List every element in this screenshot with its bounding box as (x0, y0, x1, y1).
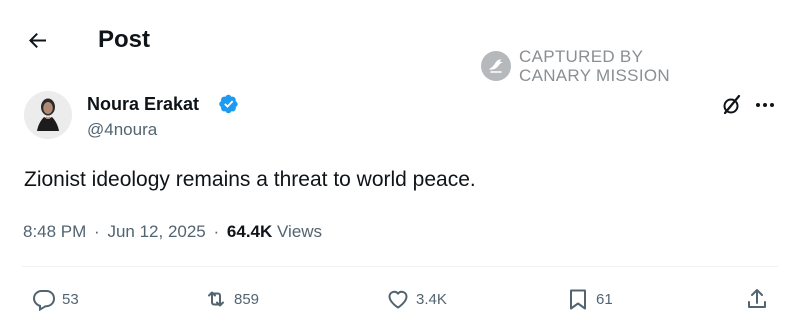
repost-icon (208, 291, 224, 307)
back-button[interactable] (22, 24, 54, 56)
watermark-line-1: CAPTURED BY (519, 47, 644, 66)
post-date[interactable]: Jun 12, 2025 (107, 222, 205, 241)
like-button[interactable]: 3.4K (386, 286, 447, 312)
watermark: CAPTURED BY CANARY MISSION (481, 46, 670, 86)
reply-icon (32, 290, 56, 311)
page-header: Post (0, 0, 800, 80)
watermark-text: CAPTURED BY CANARY MISSION (519, 47, 670, 85)
bookmark-icon (570, 289, 586, 310)
author-name[interactable]: Noura Erakat (87, 93, 199, 115)
avatar[interactable] (24, 91, 72, 139)
repost-count: 859 (234, 290, 260, 308)
like-count: 3.4K (416, 290, 447, 308)
repost-button[interactable]: 859 (204, 286, 259, 312)
arrow-left-icon (29, 33, 46, 48)
reply-count: 53 (62, 290, 79, 308)
bookmark-count: 61 (596, 290, 613, 308)
post-text: Zionist ideology remains a threat to wor… (24, 168, 476, 191)
meta-separator: · (213, 222, 220, 241)
post-time[interactable]: 8:48 PM (23, 222, 86, 241)
views-label: Views (277, 222, 323, 241)
watermark-line-2: CANARY MISSION (519, 66, 670, 85)
divider (22, 266, 778, 267)
share-button[interactable] (745, 286, 769, 312)
page-title: Post (98, 26, 151, 53)
canary-bird-icon (481, 51, 511, 81)
author-handle[interactable]: @4noura (87, 120, 157, 140)
heart-icon (388, 290, 408, 309)
more-dots-icon (756, 103, 774, 107)
meta-separator: · (94, 222, 100, 241)
post-meta: 8:48 PM · Jun 12, 2025 · 64.4K Views (23, 221, 322, 243)
share-icon (748, 289, 766, 308)
views-count: 64.4K (226, 222, 273, 241)
bookmark-button[interactable]: 61 (566, 286, 613, 312)
grok-icon (723, 94, 741, 115)
verified-badge-icon (219, 94, 238, 114)
grok-button[interactable] (719, 92, 745, 118)
more-options-button[interactable] (752, 92, 778, 118)
avatar-photo (24, 91, 72, 139)
reply-button[interactable]: 53 (32, 286, 79, 312)
